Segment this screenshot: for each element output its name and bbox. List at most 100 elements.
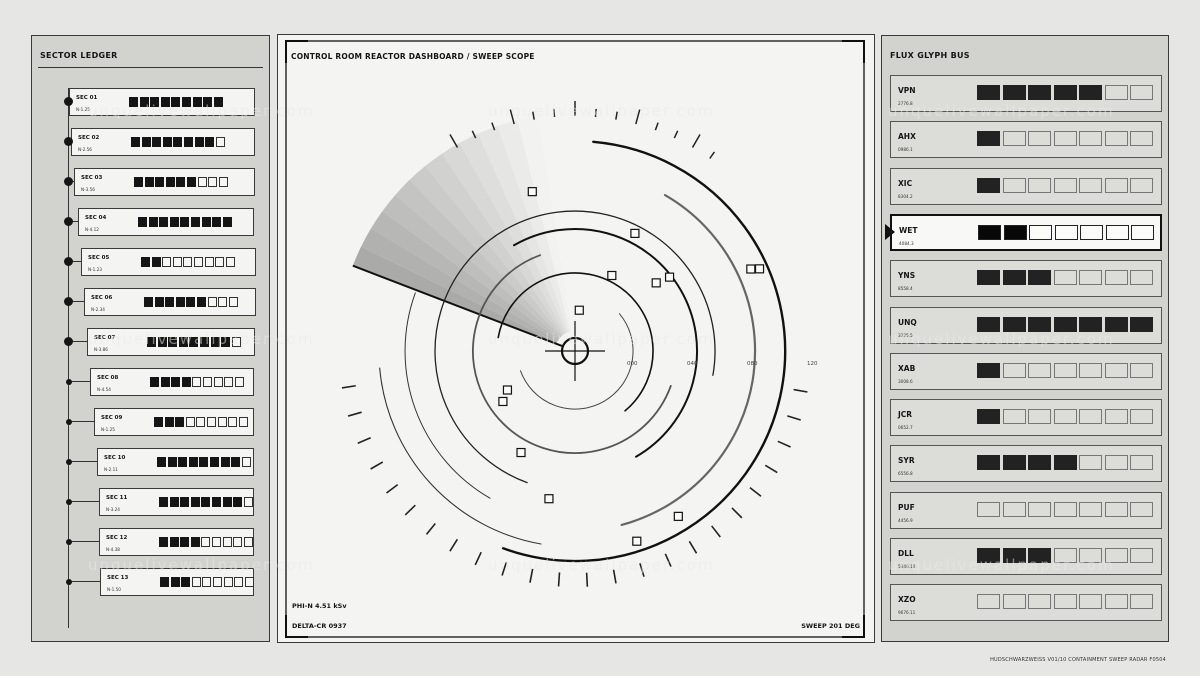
- flux-channel-value: 4456.9: [898, 517, 913, 523]
- flux-level-cell: [1028, 455, 1051, 471]
- flux-level-cell: [1002, 455, 1026, 471]
- flux-level-cell: [1079, 85, 1102, 100]
- flux-channel-ahx[interactable]: AHX 0986.1: [890, 121, 1162, 159]
- flux-level-cell: [1003, 224, 1027, 240]
- flux-level-cell: [1002, 177, 1026, 193]
- scope-tick: [404, 504, 416, 516]
- range-label: 000: [627, 361, 638, 367]
- flux-level-cell: [1130, 85, 1153, 100]
- scope-blip: [498, 396, 508, 407]
- scope-blip: [746, 264, 756, 274]
- watermark: unquelivewallpaper.com: [88, 556, 315, 574]
- flux-level-cell: [1002, 362, 1026, 378]
- scope-blip: [516, 447, 526, 458]
- flux-level-bars: [977, 409, 1153, 425]
- flux-channel-code: AHX: [898, 132, 916, 142]
- flux-channel-code: XZO: [898, 595, 916, 605]
- scope-blip: [607, 270, 617, 281]
- flux-level-cell: [1002, 131, 1026, 147]
- scope-tick: [347, 411, 362, 417]
- scope-ring-arc: [620, 194, 757, 526]
- scope-tick: [370, 461, 384, 470]
- flux-level-cell: [1130, 409, 1153, 425]
- range-label: 120: [807, 361, 818, 367]
- flux-channel-value: 8304.2: [898, 193, 913, 199]
- scope-tick: [777, 440, 791, 448]
- flux-level-cell: [1028, 270, 1051, 286]
- flux-channel-wet[interactable]: WET 4084.3: [890, 213, 1162, 251]
- flux-level-bars: [977, 270, 1153, 286]
- flux-channel-value: 6556.8: [898, 471, 913, 477]
- flux-level-bars: [977, 594, 1153, 610]
- scope-blip: [673, 511, 683, 521]
- flux-level-cell: [1130, 316, 1153, 332]
- flux-level-cell: [1079, 455, 1102, 471]
- flux-level-bars: [977, 131, 1153, 147]
- scope-tick: [793, 388, 808, 393]
- flux-channel-puf[interactable]: PUF 4456.9: [890, 491, 1162, 529]
- flux-level-cell: [1079, 270, 1102, 286]
- scope-blip: [754, 264, 765, 274]
- flux-channel-code: YNS: [898, 271, 916, 281]
- flux-channel-yns[interactable]: YNS 8558.4: [890, 260, 1162, 298]
- flux-channel-xzo[interactable]: XZO 9676.11: [890, 584, 1162, 622]
- watermark: unquelivewallpaper.com: [488, 102, 715, 120]
- flux-level-cell: [1053, 409, 1077, 425]
- watermark: unquelivewallpaper.com: [888, 556, 1115, 574]
- flux-level-cell: [1104, 455, 1128, 471]
- flux-level-cell: [1079, 501, 1102, 517]
- flux-level-cell: [1079, 409, 1102, 425]
- flux-channel-code: UNQ: [898, 317, 917, 327]
- flux-channel-jcr[interactable]: JCR 0652.7: [890, 399, 1162, 437]
- flux-channel-code: JCR: [898, 410, 913, 420]
- scope-tick: [557, 572, 561, 587]
- flux-channel-code: VPN: [898, 86, 916, 95]
- flux-channel-code: WET: [899, 225, 918, 235]
- scope-tick: [749, 487, 762, 497]
- flux-level-cell: [977, 409, 1000, 425]
- flux-level-cell: [1104, 594, 1128, 610]
- flux-level-cell: [977, 177, 1000, 193]
- flux-channel-value: 9676.11: [898, 610, 916, 616]
- flux-level-cell: [977, 85, 1000, 100]
- flux-level-cell: [1079, 362, 1102, 378]
- flux-level-cell: [1053, 131, 1077, 147]
- scope-tick: [688, 540, 698, 554]
- flux-level-cell: [1104, 362, 1128, 378]
- flux-level-cell: [1002, 594, 1026, 610]
- flux-level-cell: [1028, 131, 1051, 147]
- watermark: unquelivewallpaper.com: [488, 330, 715, 348]
- scope-blip: [630, 228, 640, 238]
- flux-level-bars: [977, 177, 1153, 193]
- flux-level-cell: [1104, 85, 1128, 100]
- flux-level-cell: [977, 594, 1000, 610]
- scope-tick: [386, 483, 399, 494]
- flux-channel-code: XAB: [898, 363, 916, 373]
- flux-level-cell: [1130, 594, 1153, 610]
- scope-tick: [425, 523, 436, 535]
- flux-level-cell: [1002, 85, 1026, 100]
- flux-level-cell: [1130, 548, 1153, 563]
- scope-tick: [709, 151, 715, 159]
- flux-channel-code: SYR: [898, 456, 915, 466]
- flux-level-cell: [1053, 594, 1077, 610]
- scope-tick: [731, 507, 743, 519]
- flux-level-cell: [1002, 270, 1026, 286]
- flux-level-cell: [1130, 131, 1153, 147]
- footer-caption: HUDSCHWARZWEISS V01/10 CONTAINMENT SWEEP…: [990, 657, 1166, 663]
- scope-blip: [574, 305, 584, 315]
- flux-channel-xic[interactable]: XIC 8304.2: [890, 167, 1162, 205]
- flux-level-cell: [1104, 501, 1128, 517]
- scope-tick: [585, 572, 589, 587]
- flux-channel-xab[interactable]: XAB 3008.6: [890, 352, 1162, 390]
- flux-channel-syr[interactable]: SYR 6556.8: [890, 445, 1162, 483]
- flux-level-cell: [1053, 177, 1077, 193]
- flux-level-cell: [1028, 409, 1051, 425]
- flux-channel-code: PUF: [898, 502, 915, 512]
- flux-glyph-bus-title: FLUX GLYPH BUS: [890, 51, 970, 60]
- flux-level-bars: [978, 224, 1154, 240]
- flux-level-cell: [1002, 409, 1026, 425]
- active-channel-pointer-icon: [885, 224, 895, 240]
- scope-corner-bracket: [842, 40, 865, 63]
- scope-blip: [502, 385, 513, 395]
